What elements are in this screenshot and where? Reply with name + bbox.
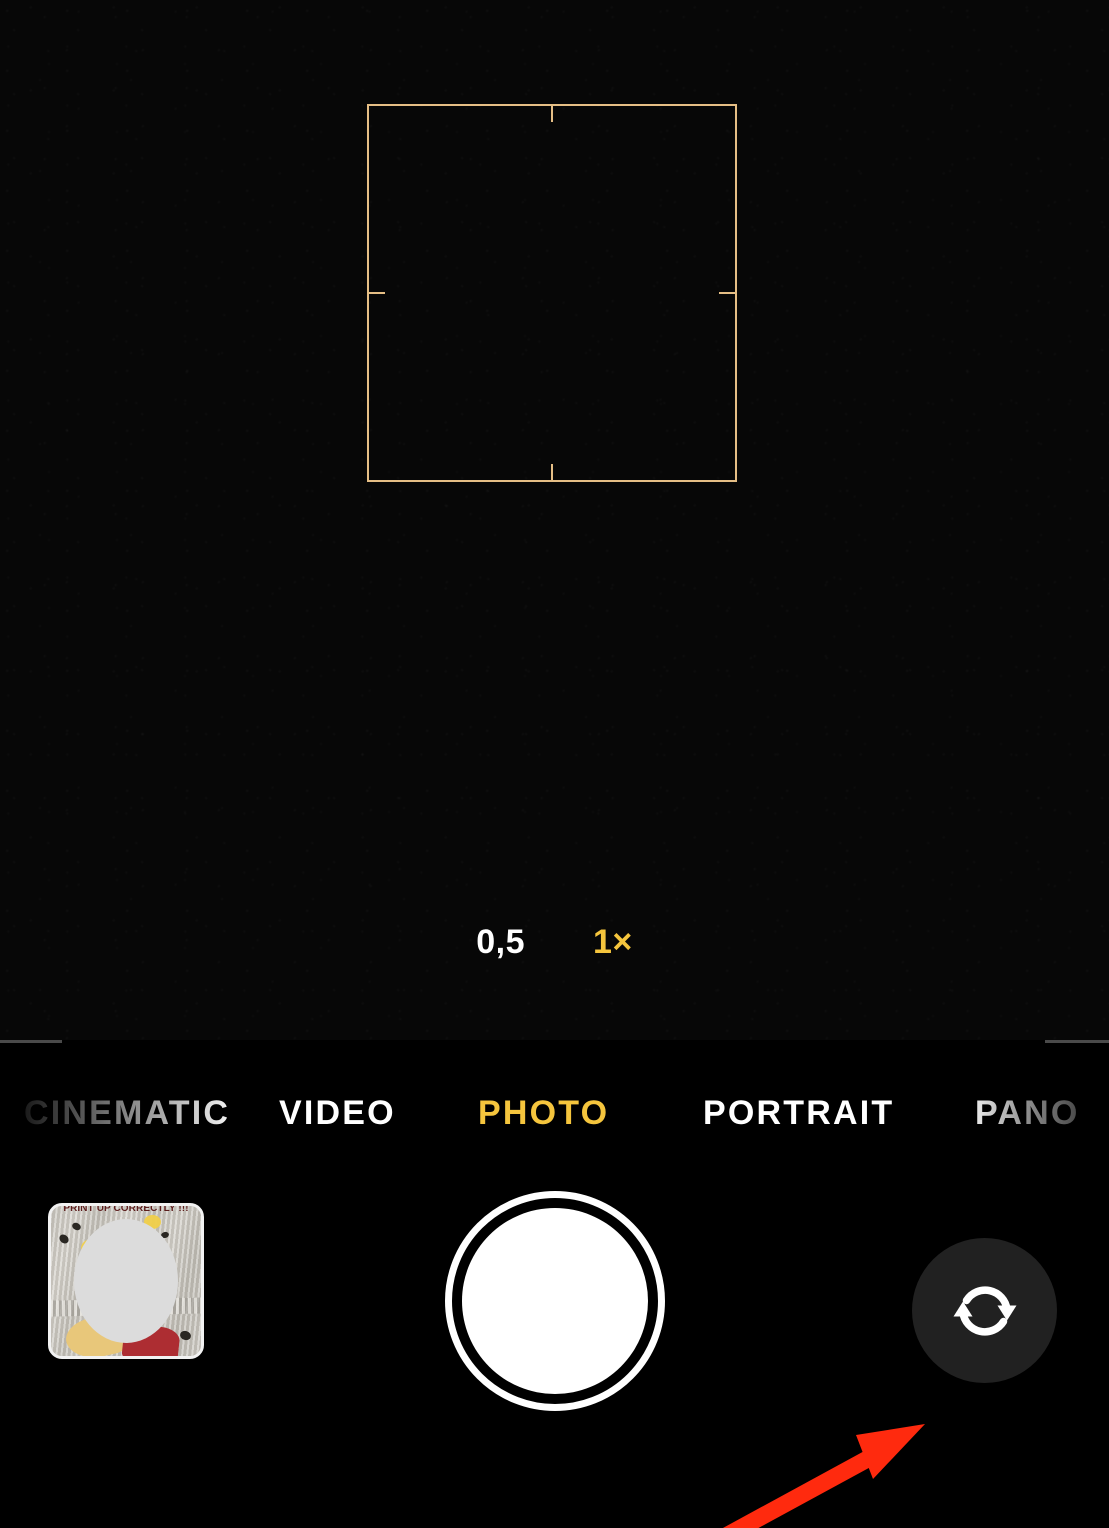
mode-photo[interactable]: PHOTO (478, 1096, 609, 1130)
shutter-button-inner (462, 1208, 648, 1394)
gallery-thumbnail-button[interactable]: PRINT UP CORRECTLY !!! (48, 1203, 204, 1359)
camera-control-panel: CINEMATIC VIDEO PHOTO PORTRAIT PANO PRIN… (0, 1043, 1109, 1528)
focus-reticle-tick-bottom (551, 464, 553, 480)
focus-reticle (367, 104, 737, 482)
mode-pano[interactable]: PANO (975, 1096, 1080, 1130)
focus-reticle-tick-top (551, 106, 553, 122)
thumbnail-privacy-mask (74, 1219, 178, 1343)
gallery-thumbnail-image: PRINT UP CORRECTLY !!! (51, 1206, 201, 1356)
thumbnail-caption-text: PRINT UP CORRECTLY !!! (63, 1203, 189, 1214)
zoom-controls: 0,5 1× (0, 914, 1109, 970)
camera-viewfinder[interactable]: 0,5 1× (0, 0, 1109, 1040)
zoom-option-0-5x[interactable]: 0,5 (476, 925, 525, 959)
mode-selector[interactable]: CINEMATIC VIDEO PHOTO PORTRAIT PANO (0, 1079, 1109, 1147)
mode-cinematic[interactable]: CINEMATIC (24, 1096, 230, 1130)
focus-reticle-tick-right (719, 292, 735, 294)
camera-flip-icon (953, 1285, 1016, 1336)
focus-reticle-tick-left (369, 292, 385, 294)
mode-portrait[interactable]: PORTRAIT (703, 1096, 894, 1130)
camera-action-row: PRINT UP CORRECTLY !!! (0, 1173, 1109, 1528)
mode-video[interactable]: VIDEO (279, 1096, 396, 1130)
zoom-option-1x[interactable]: 1× (593, 925, 633, 959)
shutter-button[interactable] (445, 1191, 665, 1411)
flip-camera-button[interactable] (912, 1238, 1057, 1383)
camera-app-screen: 0,5 1× CINEMATIC VIDEO PHOTO PORTRAIT PA… (0, 0, 1109, 1528)
